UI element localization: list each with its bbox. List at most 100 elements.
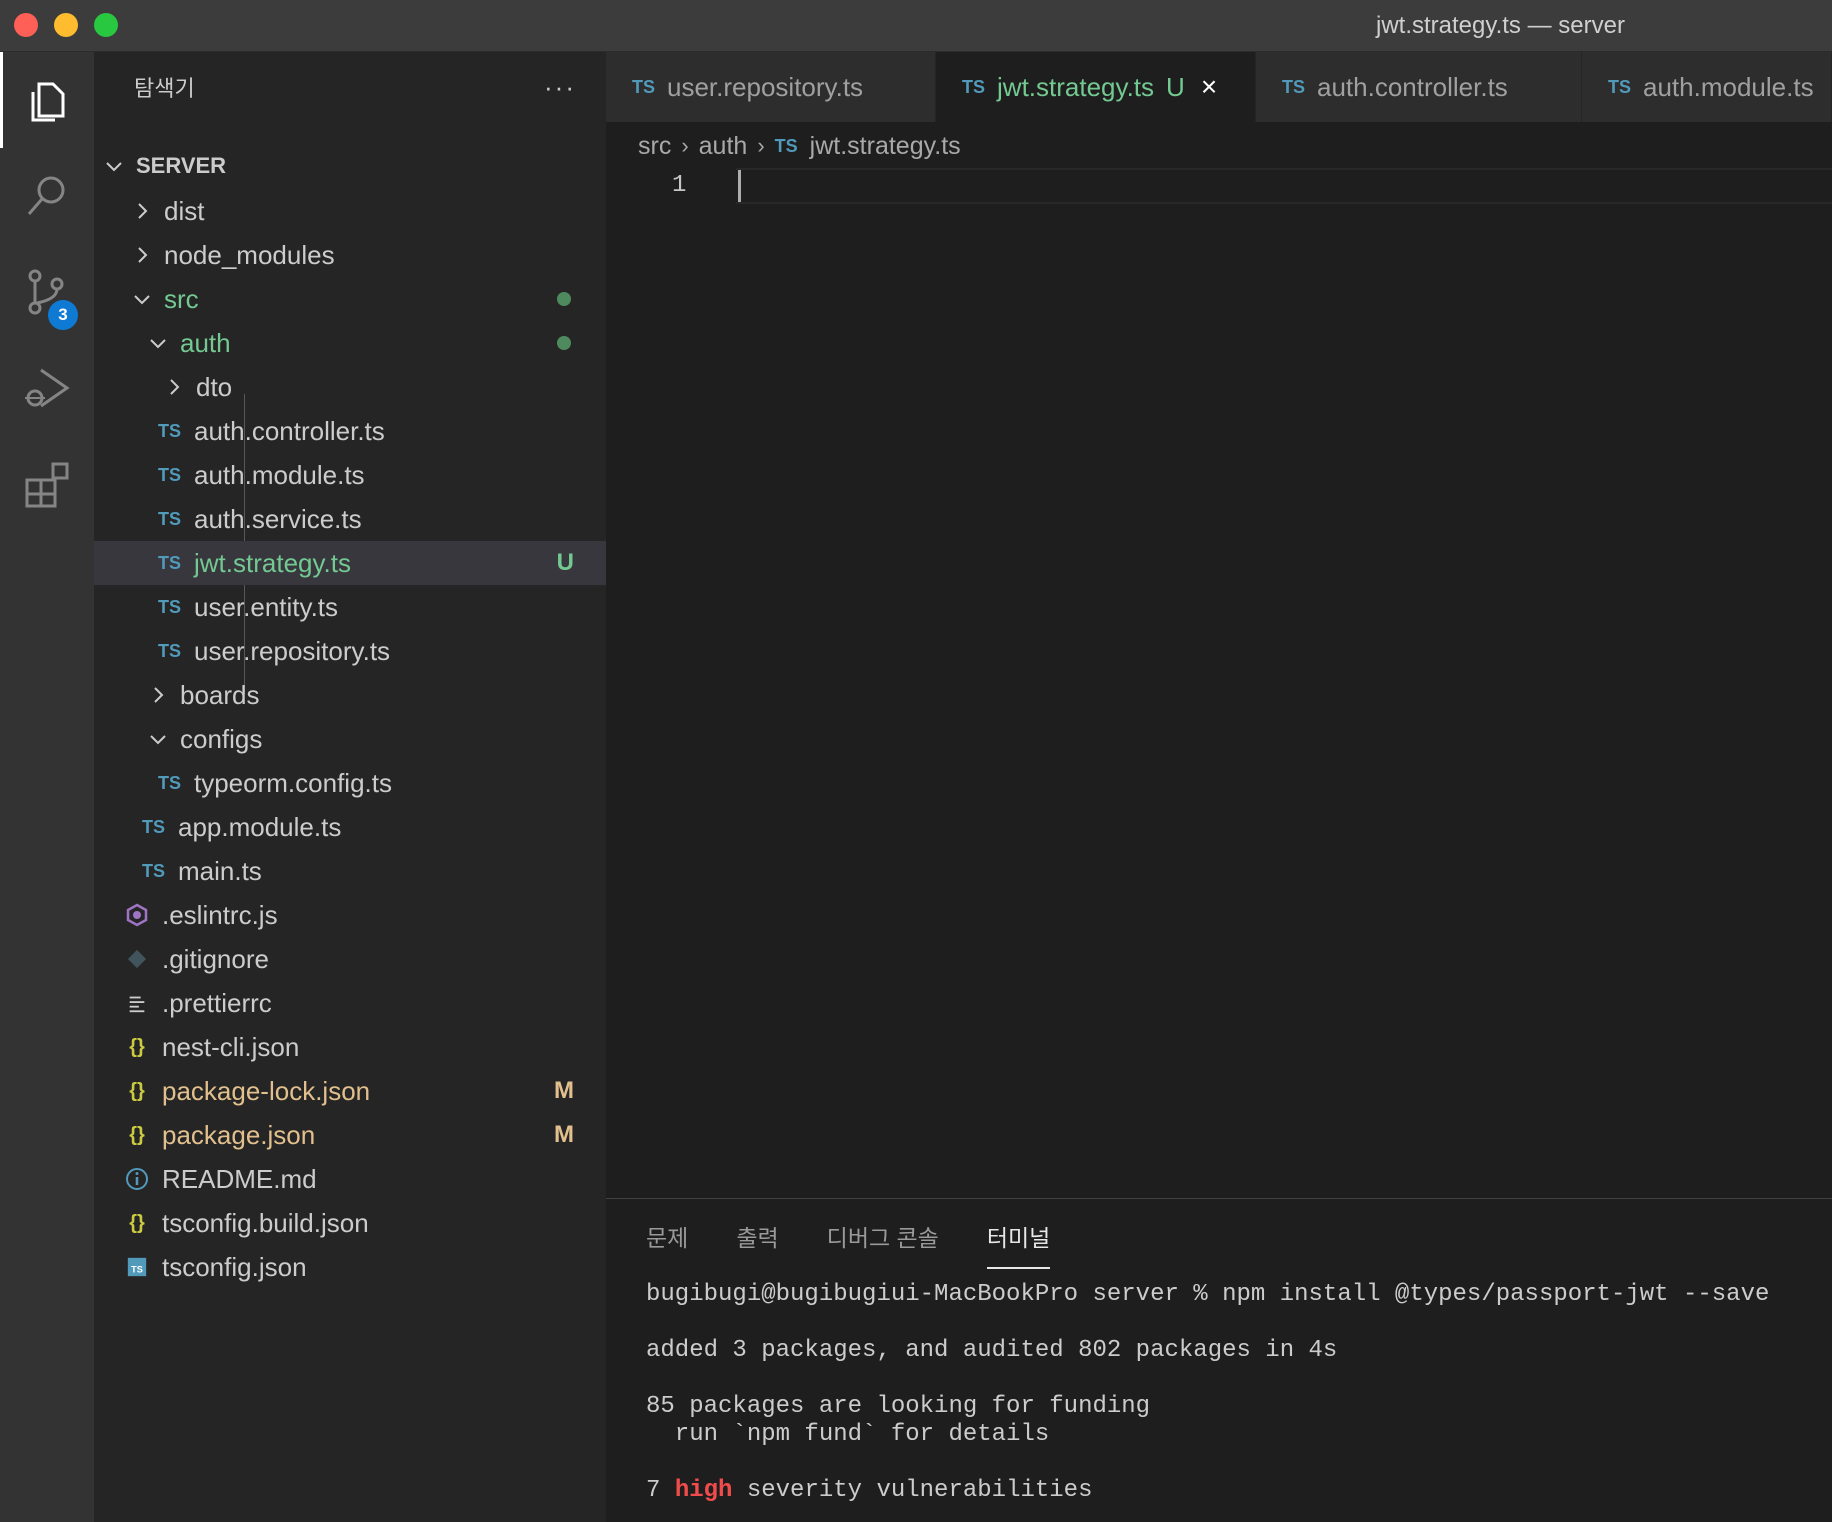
tab-problems[interactable]: 문제: [646, 1219, 688, 1269]
chevron-down-icon: [106, 162, 122, 172]
tree-item-dto[interactable]: dto: [94, 365, 606, 409]
tree-item-auth-module[interactable]: TS auth.module.ts: [94, 453, 606, 497]
tab-jwt-strategy[interactable]: TS jwt.strategy.ts U ×: [936, 52, 1256, 122]
lines-icon: [124, 992, 150, 1014]
tree-item-readme[interactable]: README.md: [94, 1157, 606, 1201]
zoom-window-button[interactable]: [94, 13, 118, 37]
tree-item-boards[interactable]: boards: [94, 673, 606, 717]
line-number: 1: [672, 172, 687, 199]
tree-item-label: app.module.ts: [178, 811, 342, 842]
chevron-right-icon: [170, 379, 180, 395]
chevron-down-icon: [134, 295, 150, 305]
typescript-icon: TS: [632, 76, 656, 97]
tree-item-label: dto: [196, 371, 233, 402]
tab-user-repository[interactable]: TS user.repository.ts: [606, 52, 936, 122]
source-control-badge: 3: [48, 300, 78, 330]
close-window-button[interactable]: [14, 13, 38, 37]
breadcrumb-src[interactable]: src: [638, 132, 671, 161]
tree-item-auth[interactable]: auth: [94, 321, 606, 365]
tree-item-label: node_modules: [164, 239, 335, 270]
breadcrumb-file[interactable]: jwt.strategy.ts: [810, 132, 961, 161]
breadcrumb-auth[interactable]: auth: [699, 132, 748, 161]
more-actions-icon[interactable]: ···: [544, 74, 576, 100]
tree-item-label: auth: [180, 327, 231, 358]
tab-debug-console[interactable]: 디버그 콘솔: [827, 1219, 939, 1269]
tree-item-nest-cli[interactable]: {} nest-cli.json: [94, 1025, 606, 1069]
chevron-right-icon: [138, 247, 148, 263]
bottom-panel: 문제 출력 디버그 콘솔 터미널 bugibugi@bugibugiui-Mac…: [606, 1198, 1832, 1522]
typescript-icon: TS: [1282, 76, 1306, 97]
tree-item-tsconfig[interactable]: TS tsconfig.json: [94, 1245, 606, 1289]
tree-item-label: nest-cli.json: [162, 1031, 300, 1062]
tree-item-prettierrc[interactable]: .prettierrc: [94, 981, 606, 1025]
tree-item-label: README.md: [162, 1163, 317, 1194]
json-icon: {}: [129, 1079, 145, 1102]
tab-auth-controller[interactable]: TS auth.controller.ts: [1256, 52, 1582, 122]
tree-item-user-entity[interactable]: TS user.entity.ts: [94, 585, 606, 629]
text-cursor: [738, 170, 741, 202]
tree-item-typeorm-config[interactable]: TS typeorm.config.ts: [94, 761, 606, 805]
tree-item-node-modules[interactable]: node_modules: [94, 233, 606, 277]
tree-item-label: dist: [164, 195, 205, 226]
tree-item-gitignore[interactable]: .gitignore: [94, 937, 606, 981]
activity-bar: 3: [0, 52, 94, 1522]
untracked-dot: [557, 336, 571, 350]
tab-auth-module[interactable]: TS auth.module.ts: [1582, 52, 1832, 122]
terminal-line: 7 high severity vulnerabilities: [646, 1477, 1769, 1505]
tree-item-eslintrc[interactable]: .eslintrc.js: [94, 893, 606, 937]
tree-item-auth-service[interactable]: TS auth.service.ts: [94, 497, 606, 541]
tree-item-tsconfig-build[interactable]: {} tsconfig.build.json: [94, 1201, 606, 1245]
chevron-down-icon: [150, 339, 166, 349]
tree-item-package[interactable]: {} package.json M: [94, 1113, 606, 1157]
tree-root-server[interactable]: SERVER: [94, 144, 606, 188]
search-button[interactable]: [0, 148, 94, 244]
minimize-window-button[interactable]: [54, 13, 78, 37]
tree-item-auth-controller[interactable]: TS auth.controller.ts: [94, 409, 606, 453]
run-debug-icon: [25, 368, 70, 408]
vulnerability-text: severity vulnerabilities: [746, 1477, 1093, 1504]
window-title: jwt.strategy.ts — server: [1376, 12, 1625, 39]
tree-root-label: SERVER: [136, 153, 227, 178]
tree-item-label: .eslintrc.js: [162, 899, 278, 930]
tree-item-src[interactable]: src: [94, 277, 606, 321]
typescript-icon: TS: [962, 76, 986, 97]
files-icon: [31, 82, 64, 122]
tree-item-jwt-strategy[interactable]: TS jwt.strategy.ts U: [94, 541, 606, 585]
tab-label: auth.module.ts: [1643, 71, 1814, 102]
tree-item-label: package.json: [162, 1119, 316, 1150]
terminal-line: run `npm fund` for details: [646, 1421, 1050, 1448]
tab-output[interactable]: 출력: [736, 1219, 778, 1269]
code-editor[interactable]: 1: [606, 168, 1832, 1198]
tree-item-dist[interactable]: dist: [94, 189, 606, 233]
typescript-icon: TS: [158, 552, 182, 573]
terminal-output[interactable]: bugibugi@bugibugiui-MacBookPro server % …: [646, 1281, 1769, 1505]
explorer-button[interactable]: [0, 52, 94, 148]
typescript-icon: TS: [158, 772, 182, 793]
modified-badge: M: [554, 1077, 574, 1104]
tree-item-user-repository[interactable]: TS user.repository.ts: [94, 629, 606, 673]
tree-item-configs[interactable]: configs: [94, 717, 606, 761]
tree-item-main[interactable]: TS main.ts: [94, 849, 606, 893]
source-control-button[interactable]: 3: [0, 244, 94, 340]
run-debug-button[interactable]: [0, 340, 94, 436]
tab-terminal[interactable]: 터미널: [986, 1219, 1051, 1269]
tab-status: U: [1166, 71, 1185, 102]
tab-label: user.repository.ts: [667, 71, 864, 102]
tree-item-label: auth.controller.ts: [194, 415, 385, 446]
severity-level: high: [674, 1477, 733, 1504]
tree-item-label: tsconfig.json: [162, 1251, 307, 1282]
tree-item-package-lock[interactable]: {} package-lock.json M: [94, 1069, 606, 1113]
typescript-icon: TS: [1608, 76, 1632, 97]
search-icon: [27, 176, 65, 215]
typescript-icon: TS: [142, 860, 166, 881]
tab-label: jwt.strategy.ts: [997, 71, 1155, 102]
typescript-icon: TS: [158, 640, 182, 661]
tree-item-app-module[interactable]: TS app.module.ts: [94, 805, 606, 849]
explorer-title: 탐색기: [134, 76, 195, 101]
close-icon[interactable]: ×: [1201, 73, 1217, 101]
tree-item-label: auth.module.ts: [194, 459, 365, 490]
extensions-button[interactable]: [0, 436, 94, 532]
tsconfig-icon: TS: [124, 1256, 150, 1278]
terminal-line: 85 packages are looking for funding: [646, 1393, 1151, 1420]
tree-item-label: .gitignore: [162, 943, 269, 974]
